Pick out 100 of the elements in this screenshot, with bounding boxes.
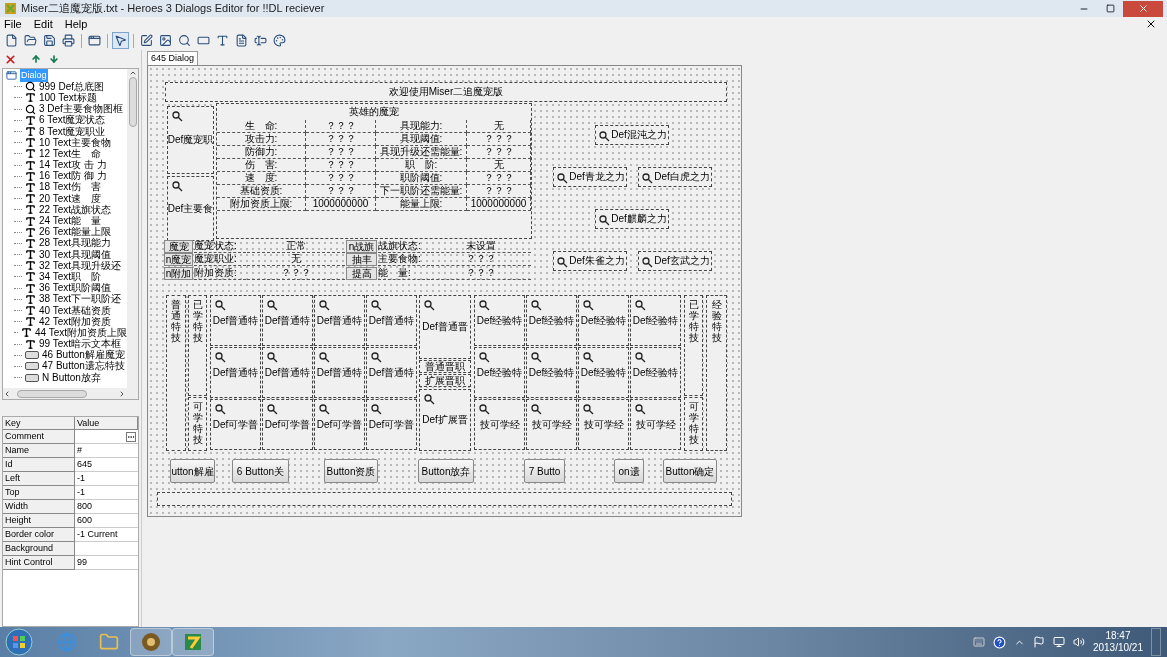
image-frame[interactable]: 技可学经 [578,399,629,450]
tree-item[interactable]: 46 Button解雇魔宠 [42,350,125,361]
down-arrow-icon[interactable] [49,54,59,64]
property-value[interactable]: 600 [77,513,93,528]
image-frame[interactable]: Def经验特 [578,295,629,346]
canvas-button[interactable]: 6 Button关 [232,459,289,483]
image-frame[interactable]: Def普通特 [262,347,313,398]
tree-item[interactable]: 28 Text具现能力 [39,238,112,249]
image-frame[interactable]: Def青龙之力 [553,167,627,187]
image-frame[interactable]: Def普通特 [210,295,261,346]
tree-item[interactable]: 16 Text防 御 力 [39,171,107,182]
image-frame[interactable]: Def经验特 [578,347,629,398]
tree-item[interactable]: 999 Def总底图 [39,81,105,92]
close-button[interactable] [1123,0,1163,17]
image-frame[interactable]: Def经验特 [526,295,577,346]
menu-item[interactable]: Help [64,15,88,33]
small-button[interactable]: n附加 [164,266,193,280]
tree-item[interactable]: 8 Text魔宠职业 [39,126,106,137]
tree-item[interactable]: 30 Text具现阈值 [39,249,112,260]
image-frame[interactable]: Def可学普 [210,399,261,450]
toolbar-button[interactable] [60,32,77,49]
up-arrow-icon[interactable] [31,54,41,64]
image-frame[interactable]: Def普通特 [314,295,365,346]
small-button[interactable]: 抽丰 [346,253,377,267]
tree-item[interactable]: 14 Text攻 击 力 [39,160,107,171]
scroll-left-icon[interactable] [3,389,11,398]
image-frame[interactable]: Def普通特 [366,295,417,346]
canvas-button[interactable]: 7 Butto [524,459,565,483]
taskbar-app[interactable] [172,628,214,656]
property-value[interactable]: -1 [77,485,85,500]
tree-item[interactable]: 42 Text附加资质 [39,316,112,327]
small-button[interactable]: n战旗 [346,240,377,253]
small-button[interactable]: n魔宠 [164,253,193,267]
tree-item[interactable]: 100 Text标题 [39,92,97,103]
toolbar-button[interactable] [271,32,288,49]
tree-item[interactable]: 38 Text下一职阶还 [39,294,122,305]
image-frame[interactable]: 技可学经 [526,399,577,450]
small-button[interactable]: 提高 [346,266,377,280]
tree-item[interactable]: N Button放弃 [42,372,101,383]
tree-item[interactable]: 22 Text战旗状态 [39,204,112,215]
image-frame[interactable]: Def可学普 [262,399,313,450]
taskbar-app[interactable] [130,628,172,656]
canvas-button[interactable]: Button资质 [324,459,378,483]
monitor-icon[interactable] [1052,636,1065,648]
scroll-thumb[interactable] [17,389,87,398]
image-frame[interactable]: Def魔宠职 [167,106,214,174]
canvas-button[interactable]: Button放弃 [418,459,474,483]
tree-item[interactable]: 34 Text职 阶 [39,271,102,282]
tree-item[interactable]: 6 Text魔宠状态 [39,115,106,126]
property-value[interactable]: -1 [77,471,85,486]
scroll-thumb[interactable] [128,77,137,127]
canvas-button[interactable]: Button确定 [663,459,717,483]
toolbar-button[interactable] [41,32,58,49]
tree-item[interactable]: 24 Text能 量 [39,216,102,227]
vertical-scrollbar[interactable] [127,69,138,388]
image-frame[interactable]: Def经验特 [630,347,681,398]
tree-item[interactable]: 99 Text暗示文本框 [39,339,122,350]
property-value[interactable]: 800 [77,499,93,514]
tree-item[interactable]: 26 Text能量上限 [39,227,112,238]
small-button[interactable]: 魔宠 [164,240,193,253]
flag-icon[interactable] [1032,636,1045,648]
property-value[interactable]: 645 [77,457,93,472]
image-frame[interactable]: Def经验特 [630,295,681,346]
image-frame[interactable]: Def普通特 [314,347,365,398]
help-icon[interactable] [992,635,1006,649]
tree-item[interactable]: 32 Text具现升级还 [39,260,122,271]
toolbar-button[interactable] [112,32,129,49]
image-frame[interactable]: Def朱雀之力 [553,251,627,271]
tree-item[interactable]: 18 Text伤 害 [39,182,102,193]
image-frame[interactable]: Def普通特 [366,347,417,398]
scroll-up-icon[interactable] [128,69,137,77]
image-frame[interactable]: 技可学经 [474,399,525,450]
tab[interactable]: 645 Dialog [147,50,199,65]
toolbar-button[interactable] [176,32,193,49]
image-frame[interactable]: Def普通特 [262,295,313,346]
image-frame[interactable]: Def可学普 [314,399,365,450]
tree-item[interactable]: 40 Text基础资质 [39,305,112,316]
image-frame[interactable]: Def麒麟之力 [595,209,669,229]
image-frame[interactable]: Def混沌之力 [595,125,669,145]
horizontal-scrollbar[interactable] [3,388,138,399]
image-frame[interactable]: Def玄武之力 [638,251,712,271]
menu-item[interactable]: File [4,15,22,33]
scroll-right-icon[interactable] [118,389,126,398]
image-frame[interactable]: 技可学经 [630,399,681,450]
image-frame[interactable]: Def普通晋 [419,295,471,359]
delete-icon[interactable] [4,52,17,66]
close-icon[interactable] [1145,18,1157,30]
canvas-button[interactable]: utton解雇 [170,459,215,483]
image-frame[interactable]: Def白虎之力 [638,167,712,187]
start-icon[interactable] [4,627,34,657]
clock-date[interactable]: 2013/10/21 [1092,642,1143,654]
property-value[interactable]: -1 Current [77,527,118,542]
tree-item[interactable]: 12 Text生 命 [39,148,102,159]
property-value[interactable]: 99 [77,555,87,570]
speaker-icon[interactable] [1072,636,1085,648]
image-frame[interactable]: Def经验特 [526,347,577,398]
canvas-button[interactable]: on遗 [614,459,644,483]
tree-item[interactable]: 20 Text速 度 [39,193,102,204]
tree-item[interactable]: 3 Def主要食物图框 [39,104,123,115]
tree-item[interactable]: 10 Text主要食物 [39,137,112,148]
